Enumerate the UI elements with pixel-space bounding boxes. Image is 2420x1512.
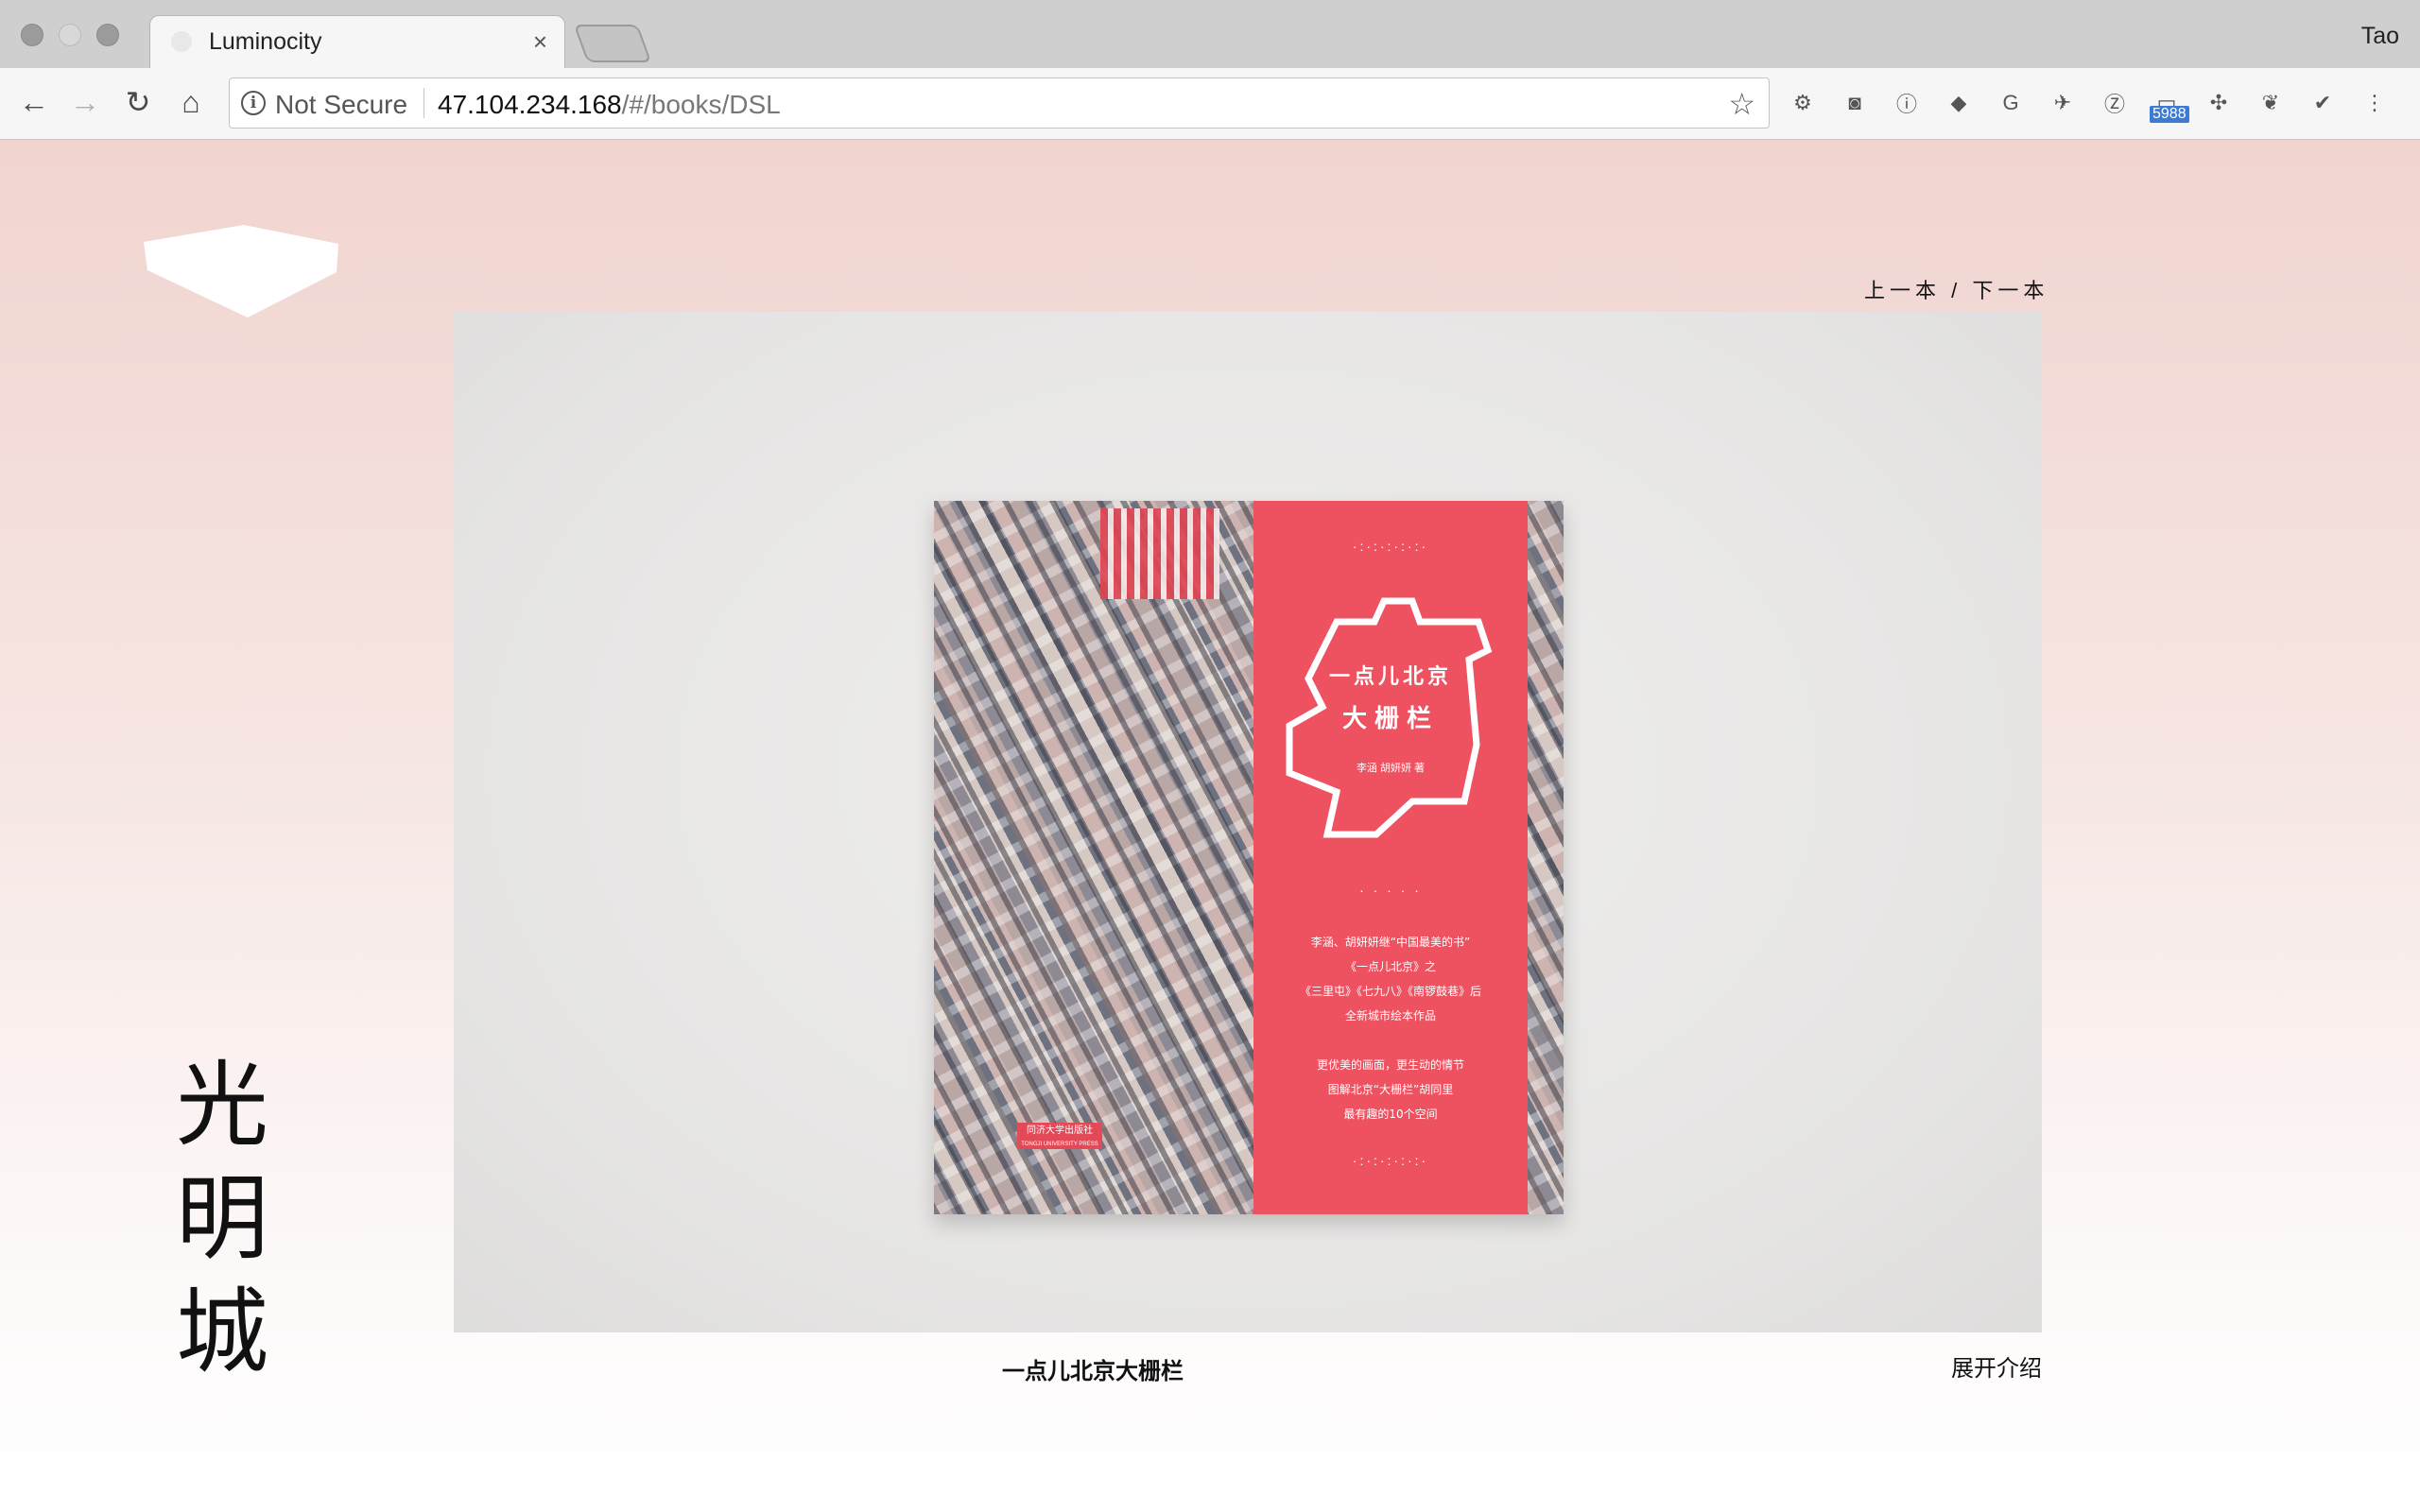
- film-reel-icon[interactable]: ⚙: [1787, 87, 1819, 119]
- blurb-line: 图解北京“大栅栏”胡同里: [1327, 1083, 1454, 1096]
- bird-icon[interactable]: ✈: [2047, 87, 2079, 119]
- info-icon[interactable]: i: [241, 91, 266, 115]
- shield-check-icon[interactable]: ✔: [2307, 87, 2339, 119]
- book-cover: 同济大学出版社 TONGJI UNIVERSITY PRESS ·:·:·:·:…: [934, 501, 1564, 1214]
- blurb-line: 全新城市绘本作品: [1344, 1009, 1436, 1022]
- pager-separator: /: [1951, 279, 1962, 302]
- new-tab-button[interactable]: [573, 25, 652, 62]
- window-maximize-button[interactable]: [96, 24, 119, 46]
- onepassword-icon[interactable]: ⓘ: [1891, 87, 1923, 119]
- url-text[interactable]: 47.104.234.168/#/books/DSL: [438, 90, 781, 120]
- blurb-line: 最有趣的10个空间: [1343, 1108, 1438, 1121]
- band-dots-bottom: ·:·:·:·:·:·: [1352, 1153, 1429, 1168]
- site-name-char: 城: [176, 1279, 269, 1386]
- site-logo[interactable]: [142, 225, 340, 319]
- tab-close-icon[interactable]: ×: [533, 27, 547, 57]
- next-book-link[interactable]: 下一本: [1972, 279, 2048, 302]
- home-icon[interactable]: ⌂: [170, 81, 212, 123]
- book-photo: 同济大学出版社 TONGJI UNIVERSITY PRESS ·:·:·:·:…: [454, 312, 2042, 1332]
- bookmark-star-icon[interactable]: ☆: [1728, 86, 1755, 122]
- site-name-vertical: 光 明 城: [176, 1049, 270, 1389]
- favicon-icon: [171, 31, 192, 52]
- profile-name[interactable]: Tao: [2361, 23, 2399, 50]
- url-host: 47.104.234.168: [438, 90, 622, 119]
- main-title: 大栅栏: [1341, 705, 1439, 733]
- cover-band: ·:·:·:·:·:· 一点儿北京 大栅栏 李涵 胡妍妍 著 · · · · ·…: [1253, 501, 1528, 1214]
- pinwheel-icon[interactable]: ✣: [2203, 87, 2235, 119]
- window-minimize-button[interactable]: [59, 24, 81, 46]
- blurb-line: 更优美的画面，更生动的情节: [1316, 1058, 1464, 1072]
- address-bar[interactable]: i Not Secure 47.104.234.168/#/books/DSL …: [229, 77, 1770, 129]
- cover-red-building: [1100, 508, 1219, 599]
- window-close-button[interactable]: [21, 24, 43, 46]
- security-label[interactable]: Not Secure: [275, 90, 407, 120]
- forward-arrow-icon[interactable]: →: [64, 81, 106, 123]
- reload-icon[interactable]: ↻: [117, 81, 159, 123]
- series-title: 一点儿北京: [1328, 665, 1452, 689]
- previous-book-link[interactable]: 上一本: [1864, 279, 1941, 302]
- browser-tab[interactable]: Luminocity ×: [149, 15, 565, 69]
- blurb-line: 《三里屯》《七九八》《南锣鼓巷》后: [1299, 985, 1481, 998]
- back-arrow-icon[interactable]: ←: [13, 81, 55, 123]
- book-caption: 一点儿北京大栅栏: [1002, 1359, 1184, 1384]
- band-dots-mid: · · · · ·: [1359, 883, 1422, 898]
- publisher-name: 同济大学出版社: [1027, 1125, 1093, 1136]
- author-line: 李涵 胡妍妍 著: [1356, 763, 1426, 774]
- expand-intro-link[interactable]: 展开介绍: [1951, 1349, 2042, 1383]
- graduation-cap-icon[interactable]: ◆: [1943, 87, 1975, 119]
- url-path: /#/books/DSL: [621, 90, 781, 119]
- tab-title: Luminocity: [209, 28, 322, 55]
- page-content: 上一本 / 下一本 同济大学出版社 TONGJI UNIVERSITY PRES…: [0, 140, 2420, 1512]
- book-pager: 上一本 / 下一本: [1864, 274, 2048, 304]
- band-dots-top: ·:·:·:·:·:·: [1352, 539, 1429, 554]
- tab-strip: Luminocity × Tao: [0, 0, 2420, 69]
- publisher-name-en: TONGJI UNIVERSITY PRESS: [1021, 1142, 1098, 1147]
- blurb-line: 李涵、胡妍妍继“中国最美的书”: [1310, 936, 1471, 949]
- menu-dots-icon[interactable]: ⋮: [2359, 87, 2391, 119]
- site-name-char: 光: [176, 1052, 269, 1160]
- zotero-icon[interactable]: Ⓩ: [2099, 87, 2131, 119]
- google-translate-icon[interactable]: G: [1995, 87, 2027, 119]
- extension-badge: 5988: [2150, 106, 2189, 123]
- browser-toolbar: ← → ↻ ⌂ i Not Secure 47.104.234.168/#/bo…: [0, 68, 2420, 140]
- evernote-icon[interactable]: ❦: [2255, 87, 2287, 119]
- blurb-line: 《一点儿北京》之: [1344, 960, 1436, 973]
- pocket-icon[interactable]: ◙: [1839, 87, 1871, 119]
- publisher-label: 同济大学出版社 TONGJI UNIVERSITY PRESS: [1017, 1123, 1102, 1149]
- site-name-char: 明: [176, 1165, 269, 1273]
